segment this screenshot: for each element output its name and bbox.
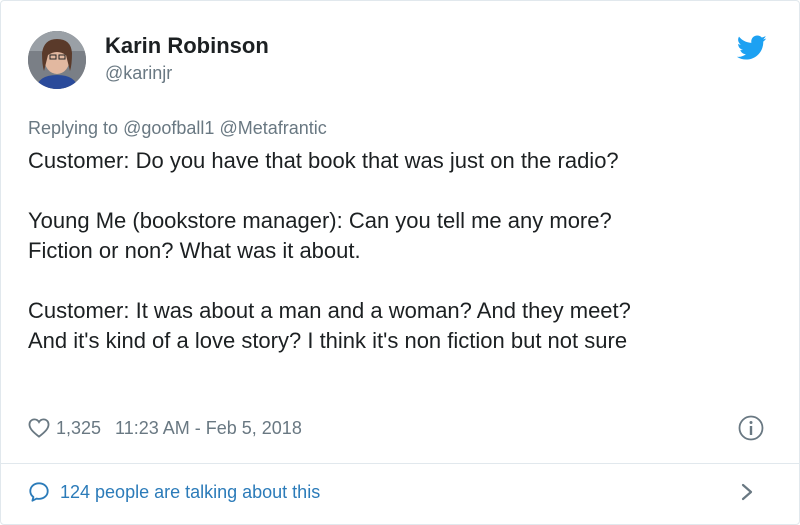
tweet-line: Customer: Do you have that book that was… [28,148,619,173]
tweet-line: Customer: It was about a man and a woman… [28,298,631,323]
tweet-line: Fiction or non? What was it about. [28,238,361,263]
tweet-line: Young Me (bookstore manager): Can you te… [28,208,612,233]
mention-metafrantic[interactable]: @Metafrantic [219,118,326,138]
speech-bubble-icon [29,482,49,502]
twitter-bird-icon[interactable] [737,35,767,61]
talking-about-label: 124 people are talking about this [60,481,321,502]
info-icon[interactable] [738,415,764,441]
mention-goofball1[interactable]: @goofball1 [123,118,214,138]
tweet-line: And it's kind of a love story? I think i… [28,328,628,353]
author-name[interactable]: Karin Robinson [105,33,269,59]
heart-icon[interactable] [28,418,50,438]
embedded-tweet-card: Karin Robinson @karinjr Replying to @goo… [0,0,800,525]
tweet-paragraph: Young Me (bookstore manager): Can you te… [28,206,768,266]
author-handle[interactable]: @karinjr [105,63,172,84]
like-count[interactable]: 1,325 [56,418,101,439]
divider [1,463,799,464]
tweet-meta: 1,325 11:23 AM - Feb 5, 2018 [28,413,302,443]
replying-to-label: Replying to [28,118,119,138]
avatar[interactable] [28,31,86,89]
profile-photo-icon [28,31,86,89]
chevron-right-icon[interactable] [740,483,754,501]
tweet-paragraph: Customer: It was about a man and a woman… [28,296,768,356]
tweet-text: Customer: Do you have that book that was… [28,146,768,356]
tweet-paragraph: Customer: Do you have that book that was… [28,146,768,176]
tweet-timestamp[interactable]: 11:23 AM - Feb 5, 2018 [115,418,302,439]
replying-to-line: Replying to @goofball1 @Metafrantic [28,118,327,139]
talking-about-link[interactable]: 124 people are talking about this [28,477,768,507]
